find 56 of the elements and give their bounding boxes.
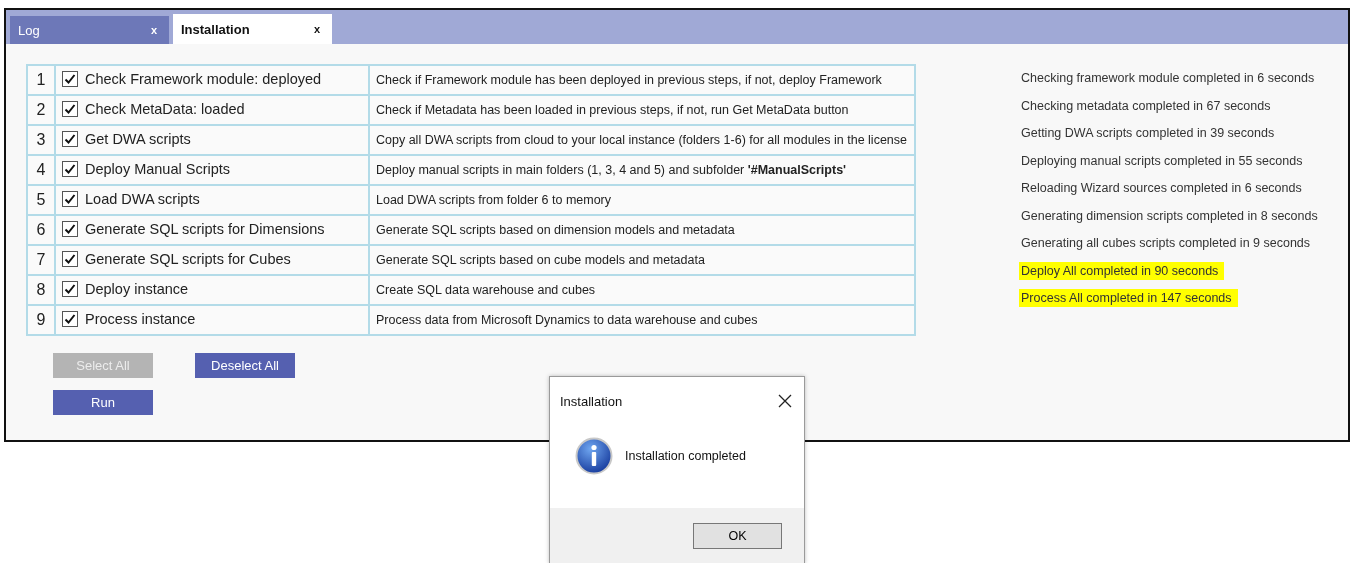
log-line: Checking metadata completed in 67 seconds — [1021, 97, 1271, 115]
step-number: 2 — [27, 95, 55, 125]
step-description: Copy all DWA scripts from cloud to your local instance (folders 1-6) for all modules in the license — [369, 125, 915, 155]
step-label: Deploy Manual Scripts — [85, 160, 231, 177]
tab[interactable]: Installation x — [173, 14, 332, 44]
log-line: Checking framework module completed in 6 seconds — [1021, 70, 1315, 87]
checkbox[interactable] — [62, 190, 78, 207]
checkbox[interactable] — [62, 70, 78, 87]
step-number: 4 — [27, 155, 55, 185]
log-line: Reloading Wizard sources completed in 6 seconds — [1021, 180, 1302, 197]
checkbox[interactable] — [62, 100, 78, 117]
step-description: Process data from Microsoft Dynamics to data warehouse and cubes — [369, 305, 915, 335]
step-description: Create SQL data warehouse and cubes — [369, 275, 915, 305]
step-label: Check MetaData: loaded — [85, 100, 245, 117]
tab[interactable]: Log x — [10, 16, 169, 44]
step-label: Process instance — [85, 310, 196, 327]
close-icon[interactable]: x — [148, 24, 159, 36]
ok-button[interactable]: OK — [693, 522, 782, 549]
step-number: 5 — [27, 185, 55, 215]
step-description: Check if Metadata has been loaded in previous steps, if not, run Get MetaData button — [369, 95, 915, 125]
step-description: Check if Framework module has been deployed in previous steps, if not, deploy Framework — [369, 65, 915, 95]
checkbox[interactable] — [62, 130, 78, 147]
step-number: 7 — [27, 245, 55, 275]
log-line: Generating dimension scripts completed in 8 seconds — [1021, 207, 1318, 225]
log-line: Getting DWA scripts completed in 39 seconds — [1021, 125, 1275, 142]
action-button[interactable]: Deselect All — [195, 353, 295, 378]
checkbox[interactable] — [62, 160, 78, 177]
checkbox[interactable] — [62, 280, 78, 297]
checkbox[interactable] — [62, 220, 78, 237]
checkbox[interactable] — [62, 310, 78, 327]
log-line: Deploying manual scripts completed in 55 seconds — [1021, 152, 1303, 170]
action-button[interactable]: Run — [53, 390, 153, 415]
step-label: Deploy instance — [85, 280, 189, 297]
close-icon[interactable]: x — [311, 23, 322, 35]
step-label: Load DWA scripts — [85, 190, 200, 207]
log-line: Generating all cubes scripts completed in 9 seconds — [1021, 235, 1311, 252]
dialog-message: Installation completed — [625, 448, 746, 463]
step-description: Generate SQL scripts based on dimension models and metadata — [369, 215, 915, 245]
info-icon — [575, 436, 613, 475]
step-label: Get DWA scripts — [85, 130, 191, 147]
step-label: Check Framework module: deployed — [85, 70, 322, 87]
step-number: 9 — [27, 305, 55, 335]
step-label: Generate SQL scripts for Cubes — [85, 250, 291, 267]
step-description: Deploy manual scripts in main folders (1, 3, 4 and 5) and subfolder '#ManualScripts' — [369, 155, 915, 185]
tab-label: Log — [18, 22, 40, 38]
step-number: 6 — [27, 215, 55, 245]
step-description: Load DWA scripts from folder 6 to memory — [369, 185, 915, 215]
dialog-title: Installation — [560, 393, 623, 409]
step-label: Generate SQL scripts for Dimensions — [85, 220, 325, 237]
step-number: 8 — [27, 275, 55, 305]
checkbox[interactable] — [62, 250, 78, 267]
close-icon[interactable] — [778, 394, 792, 408]
step-description: Generate SQL scripts based on cube models and metadata — [369, 245, 915, 275]
step-number: 3 — [27, 125, 55, 155]
step-number: 1 — [27, 65, 55, 95]
tab-label: Installation — [181, 21, 250, 37]
